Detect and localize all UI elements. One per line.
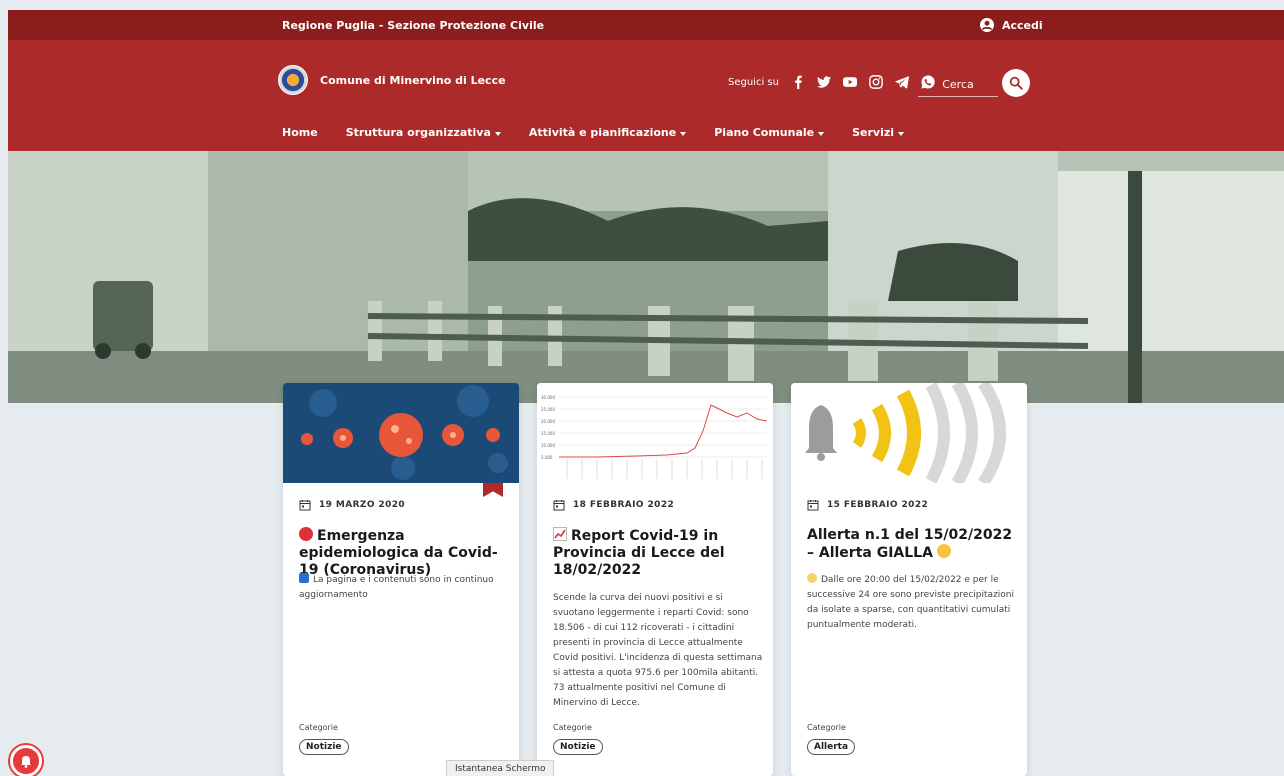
info-icon: [299, 573, 309, 583]
telegram-icon[interactable]: [895, 75, 909, 89]
chevron-down-icon: [898, 131, 905, 136]
card-title-text: Emergenza epidemiologica da Covid-19 (Co…: [299, 528, 498, 578]
site-logo-link[interactable]: Comune di Minervino di Lecce: [278, 65, 506, 95]
site-header: Comune di Minervino di Lecce Seguici su …: [8, 40, 1284, 151]
card-title[interactable]: Report Covid-19 in Provincia di Lecce de…: [553, 527, 761, 579]
card-date: 15 FEBBRAIO 2022: [807, 499, 928, 511]
notification-bell-button[interactable]: [10, 745, 42, 776]
search-button[interactable]: [1002, 69, 1030, 97]
news-card-alert[interactable]: 15 FEBBRAIO 2022 Allerta n.1 del 15/02/2…: [791, 383, 1027, 776]
chevron-down-icon: [818, 131, 825, 136]
search-icon: [1009, 76, 1023, 90]
svg-text:30.000: 30.000: [541, 395, 555, 400]
hero-illustration: [8, 151, 1284, 403]
covid-chart-image: 30.000 25.000 20.000 15.000 10.000 5.000: [537, 383, 773, 483]
municipality-logo: [278, 65, 308, 95]
card-date: 18 FEBBRAIO 2022: [553, 499, 674, 511]
yellow-circle-icon: [936, 544, 951, 558]
nav-item-label: Struttura organizzativa: [345, 126, 491, 139]
instagram-icon[interactable]: [869, 75, 883, 89]
nav-item-struttura-organizzativa[interactable]: Struttura organizzativa: [346, 126, 501, 139]
social-label: Seguici su: [728, 76, 779, 88]
category-label: Categorie: [807, 723, 846, 732]
chevron-down-icon: [680, 131, 687, 136]
login-button[interactable]: Accedi: [980, 18, 1043, 32]
calendar-icon: [553, 500, 565, 511]
chart-increasing-icon: [553, 527, 567, 541]
site-name: Comune di Minervino di Lecce: [320, 73, 506, 87]
svg-text:5.000: 5.000: [541, 455, 553, 460]
card-excerpt: Scende la curva dei nuovi positivi e si …: [553, 591, 763, 711]
calendar-icon: [807, 500, 819, 511]
hero-banner-image: [8, 151, 1284, 403]
coronavirus-image: [283, 383, 519, 483]
svg-text:20.000: 20.000: [541, 419, 555, 424]
card-excerpt-text: La pagina e i contenuti sono in continuo…: [299, 575, 494, 600]
user-icon: [980, 18, 994, 32]
nav-item-attivita-pianificazione[interactable]: Attività e pianificazione: [528, 126, 687, 139]
category-badge[interactable]: Notizie: [299, 739, 349, 755]
bookmark-ribbon-icon: [483, 483, 503, 497]
category-label: Categorie: [299, 723, 338, 732]
card-excerpt: Dalle ore 20:00 del 15/02/2022 e per le …: [807, 573, 1017, 633]
category-label: Categorie: [553, 723, 592, 732]
card-title-text: Report Covid-19 in Provincia di Lecce de…: [553, 528, 725, 578]
facebook-icon[interactable]: [791, 75, 805, 89]
red-circle-icon: [299, 527, 313, 541]
twitter-icon[interactable]: [816, 75, 831, 89]
region-link[interactable]: Regione Puglia - Sezione Protezione Civi…: [282, 19, 544, 32]
nav-item-label: Attività e pianificazione: [528, 126, 677, 139]
card-excerpt: La pagina e i contenuti sono in continuo…: [299, 573, 509, 603]
card-title[interactable]: Allerta n.1 del 15/02/2022 – Allerta GIA…: [807, 527, 1015, 562]
svg-text:15.000: 15.000: [541, 431, 555, 436]
card-title[interactable]: Emergenza epidemiologica da Covid-19 (Co…: [299, 527, 507, 579]
card-date-text: 15 FEBBRAIO 2022: [827, 500, 929, 510]
nav-item-servizi[interactable]: Servizi: [852, 126, 905, 139]
nav-item-label: Servizi: [852, 126, 895, 139]
youtube-icon[interactable]: [842, 75, 857, 89]
alert-bell-image: [791, 383, 1027, 483]
category-badge[interactable]: Allerta: [807, 739, 856, 755]
calendar-icon: [299, 500, 311, 511]
card-date: 19 MARZO 2020: [299, 499, 405, 511]
chevron-down-icon: [494, 131, 501, 136]
card-date-text: 19 MARZO 2020: [319, 500, 406, 510]
nav-item-label: Home: [282, 126, 318, 139]
card-excerpt-text: Scende la curva dei nuovi positivi e si …: [553, 593, 763, 708]
svg-text:10.000: 10.000: [541, 443, 555, 448]
rain-sun-icon: [807, 573, 817, 583]
nav-item-home[interactable]: Home: [282, 126, 318, 139]
bell-icon: [21, 756, 31, 768]
main-navigation: Home Struttura organizzativa Attività e …: [282, 126, 905, 139]
top-bar: Regione Puglia - Sezione Protezione Civi…: [8, 10, 1284, 40]
news-card-covid-emergency[interactable]: 19 MARZO 2020 Emergenza epidemiologica d…: [283, 383, 519, 776]
nav-item-piano-comunale[interactable]: Piano Comunale: [714, 126, 825, 139]
search-input[interactable]: [918, 73, 998, 97]
svg-text:25.000: 25.000: [541, 407, 555, 412]
card-title-text: Allerta n.1 del 15/02/2022 – Allerta GIA…: [807, 527, 1013, 561]
category-badge[interactable]: Notizie: [553, 739, 603, 755]
nav-item-label: Piano Comunale: [714, 126, 815, 139]
news-card-covid-report[interactable]: 30.000 25.000 20.000 15.000 10.000 5.000 18 …: [537, 383, 773, 776]
card-excerpt-text: Dalle ore 20:00 del 15/02/2022 e per le …: [807, 575, 1015, 630]
screenshot-tooltip: Istantanea Schermo: [446, 760, 555, 776]
social-links: Seguici su: [728, 75, 935, 89]
card-date-text: 18 FEBBRAIO 2022: [573, 500, 675, 510]
login-label: Accedi: [1002, 18, 1043, 32]
